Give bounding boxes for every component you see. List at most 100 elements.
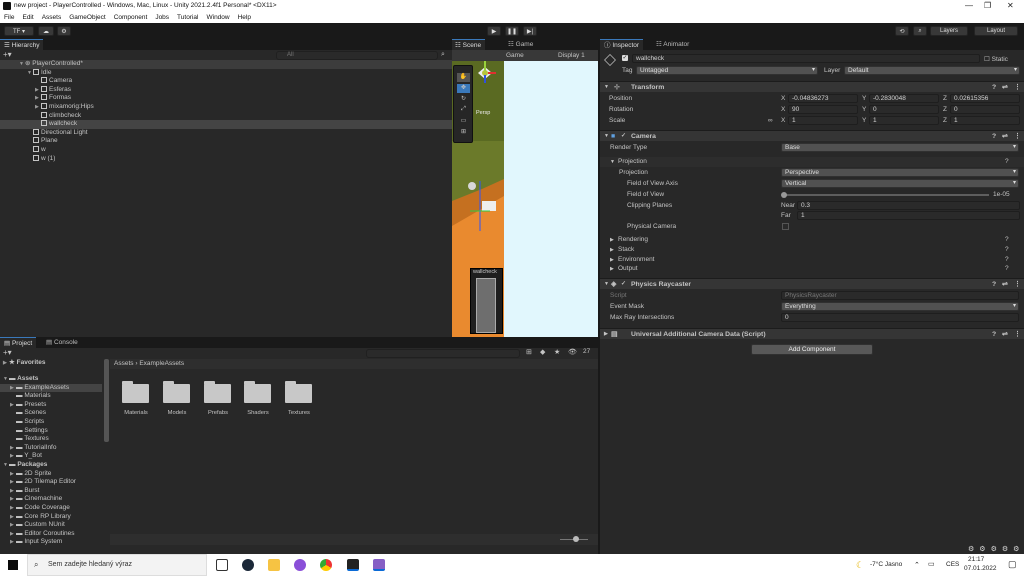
folder-icon[interactable] <box>244 381 271 403</box>
pause-icon[interactable]: ❚❚ <box>505 26 519 36</box>
near-field[interactable]: 0.3 <box>797 201 1020 210</box>
urp-header[interactable]: ▶ ▤ Universal Additional Camera Data (Sc… <box>600 328 1024 339</box>
step-icon[interactable]: ▶| <box>523 26 537 36</box>
search-icon[interactable]: ⌕ <box>913 26 927 36</box>
persp-label[interactable]: Persp <box>476 110 490 116</box>
package-item[interactable]: ▶ ▬ 2D Sprite <box>10 470 51 479</box>
browser-icon[interactable] <box>294 559 306 571</box>
hierarchy-item-selected[interactable]: wallcheck <box>0 120 452 129</box>
fov-axis-dropdown[interactable]: Vertical <box>781 179 1019 188</box>
help-icon[interactable]: ? <box>1005 264 1009 274</box>
hierarchy-item[interactable]: Directional Light <box>33 128 88 138</box>
raycaster-header[interactable]: ▼ ◈ ✓ Physics Raycaster ? ⇌ ⋮ <box>600 278 1024 289</box>
projection-section-header[interactable]: ▼ Projection ? <box>600 157 1024 167</box>
preset-icon[interactable]: ⇌ <box>1002 279 1008 290</box>
taskbar-search-input[interactable]: ⌕ Sem zadejte hledaný výraz <box>27 554 207 576</box>
game-mode-dropdown[interactable]: Game <box>506 50 524 61</box>
menu-help[interactable]: Help <box>238 14 251 21</box>
tray-app-icon[interactable]: ⚙ <box>1002 545 1008 553</box>
menu-jobs[interactable]: Jobs <box>155 14 169 21</box>
project-folder-item[interactable]: ▶ ▬ ExampleAssets <box>0 383 102 393</box>
object-name-field[interactable]: wallcheck <box>632 54 980 63</box>
tab-project[interactable]: ▤ Project <box>0 337 37 348</box>
project-folder-item[interactable]: ▶ ▬ Presets <box>10 401 46 410</box>
package-item[interactable]: ▶ ▬ Burst <box>10 487 39 496</box>
project-folder-item[interactable]: ▶ ▬ TutorialInfo <box>10 444 56 453</box>
task-view-icon[interactable] <box>216 559 228 571</box>
layout-dropdown[interactable]: Layout <box>974 26 1018 36</box>
fov-slider-handle[interactable] <box>781 192 787 198</box>
tab-inspector[interactable]: ⓘ Inspector <box>600 39 644 50</box>
add-component-button[interactable]: Add Component <box>751 344 873 355</box>
preset-icon[interactable]: ⇌ <box>1002 82 1008 93</box>
tray-app-icon[interactable]: ⚙ <box>991 545 997 553</box>
clock-time[interactable]: 21:17 <box>968 556 984 563</box>
layer-dropdown[interactable]: Default <box>844 66 1020 75</box>
minimize-icon[interactable]: — <box>965 1 973 10</box>
tree-scrollbar[interactable] <box>104 359 109 442</box>
hierarchy-item[interactable]: ▶ Formas <box>35 94 71 103</box>
breadcrumb-root[interactable]: Assets <box>114 360 134 367</box>
package-item[interactable]: ▶ ▬ Core RP Library <box>10 513 71 522</box>
physical-camera-checkbox[interactable] <box>782 223 789 230</box>
package-item[interactable]: ▶ ▬ Input System <box>10 538 62 547</box>
add-icon[interactable]: +▾ <box>3 50 12 59</box>
projection-dropdown[interactable]: Perspective <box>781 168 1019 177</box>
visual-studio-icon[interactable] <box>373 559 385 571</box>
transform-header[interactable]: ▼ ⊹ Transform ? ⇌ ⋮ <box>600 81 1024 92</box>
tab-game[interactable]: ☷ Game <box>504 39 537 50</box>
rotation-x-field[interactable]: 90 <box>788 105 858 114</box>
rotation-z-field[interactable]: 0 <box>950 105 1020 114</box>
packages-row[interactable]: ▼▬ Packages <box>3 461 47 470</box>
hierarchy-item[interactable]: ▶ Esferas <box>35 85 71 95</box>
help-icon[interactable]: ? <box>992 82 996 93</box>
collab-icon[interactable]: ⚙ <box>57 26 71 36</box>
menu-gameobject[interactable]: GameObject <box>69 14 106 21</box>
project-folder-item[interactable]: ▬ Scenes <box>16 409 46 418</box>
hierarchy-item[interactable]: Plane <box>33 137 58 146</box>
far-field[interactable]: 1 <box>797 211 1020 220</box>
close-icon[interactable]: ✕ <box>1007 1 1014 10</box>
file-explorer-icon[interactable] <box>268 559 280 571</box>
rotate-tool-icon[interactable]: ↻ <box>457 95 470 104</box>
project-folder-item[interactable]: ▬ Scripts <box>16 418 44 427</box>
position-z-field[interactable]: 0.02615356 <box>950 94 1020 103</box>
hidden-packages-icon[interactable]: 👁 <box>568 348 577 356</box>
account-button[interactable]: TF ▾ <box>4 26 34 36</box>
help-icon[interactable]: ? <box>992 279 996 290</box>
rotation-y-field[interactable]: 0 <box>869 105 939 114</box>
project-folder-item[interactable]: ▬ Settings <box>16 427 48 436</box>
raycaster-enabled-checkbox[interactable]: ✓ <box>621 279 626 290</box>
menu-component[interactable]: Component <box>114 14 148 21</box>
tray-chevron-icon[interactable]: ⌃ <box>914 561 920 569</box>
help-icon[interactable]: ? <box>1005 235 1009 245</box>
steam-icon[interactable] <box>242 559 254 571</box>
tab-scene[interactable]: ☷ Scene <box>452 39 486 50</box>
scale-y-field[interactable]: 1 <box>869 116 939 125</box>
tab-console[interactable]: ▤ Console <box>42 337 82 348</box>
favorite-star-icon[interactable]: ★ <box>554 348 560 356</box>
project-search-input[interactable] <box>366 349 520 358</box>
render-type-dropdown[interactable]: Base <box>781 143 1019 152</box>
chrome-icon[interactable] <box>320 559 332 571</box>
script-field[interactable]: PhysicsRaycaster <box>781 291 1019 300</box>
hierarchy-item[interactable]: ▶ mixamorig:Hips <box>35 103 94 112</box>
position-x-field[interactable]: -0.04836273 <box>788 94 858 103</box>
folder-icon[interactable] <box>285 381 312 403</box>
hand-tool-icon[interactable]: ✋ <box>457 73 470 82</box>
menu-edit[interactable]: Edit <box>22 14 33 21</box>
tray-app-icon[interactable]: ⚙ <box>979 545 985 553</box>
history-icon[interactable]: ⟲ <box>895 26 909 36</box>
hierarchy-item[interactable]: w (1) <box>33 154 55 164</box>
hierarchy-item[interactable]: w <box>33 146 46 155</box>
preset-icon[interactable]: ⇌ <box>1002 131 1008 142</box>
menu-window[interactable]: Window <box>206 14 229 21</box>
zoom-slider-handle[interactable] <box>573 536 579 542</box>
preset-icon[interactable]: ⇌ <box>1002 329 1008 340</box>
weather-text[interactable]: -7°C Jasno <box>870 561 902 568</box>
scene-row[interactable]: ▼⊛ PlayerControlled* <box>0 60 452 69</box>
fov-value-field[interactable]: 1e-05 <box>993 190 1010 200</box>
display-dropdown[interactable]: Display 1 <box>558 50 585 61</box>
assets-row[interactable]: ▼▬ Assets <box>3 375 38 384</box>
menu-dots-icon[interactable]: ⋮ <box>1014 82 1021 93</box>
